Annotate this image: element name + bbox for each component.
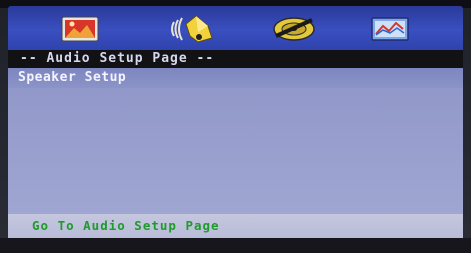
- menu-item-speaker-setup[interactable]: Speaker Setup: [8, 68, 463, 88]
- osd-screen: -- Audio Setup Page -- Speaker Setup Go …: [0, 0, 471, 253]
- setup-icon-bar: [8, 6, 463, 50]
- dolby-setup-icon[interactable]: [270, 14, 318, 44]
- page-title: -- Audio Setup Page --: [8, 50, 463, 68]
- preference-setup-icon[interactable]: [370, 14, 410, 44]
- audio-setup-icon[interactable]: [168, 12, 220, 46]
- general-setup-icon[interactable]: [60, 14, 100, 44]
- menu-panel: Speaker Setup: [8, 68, 463, 236]
- status-bar: Go To Audio Setup Page: [8, 214, 463, 238]
- bezel-bottom: [0, 238, 471, 253]
